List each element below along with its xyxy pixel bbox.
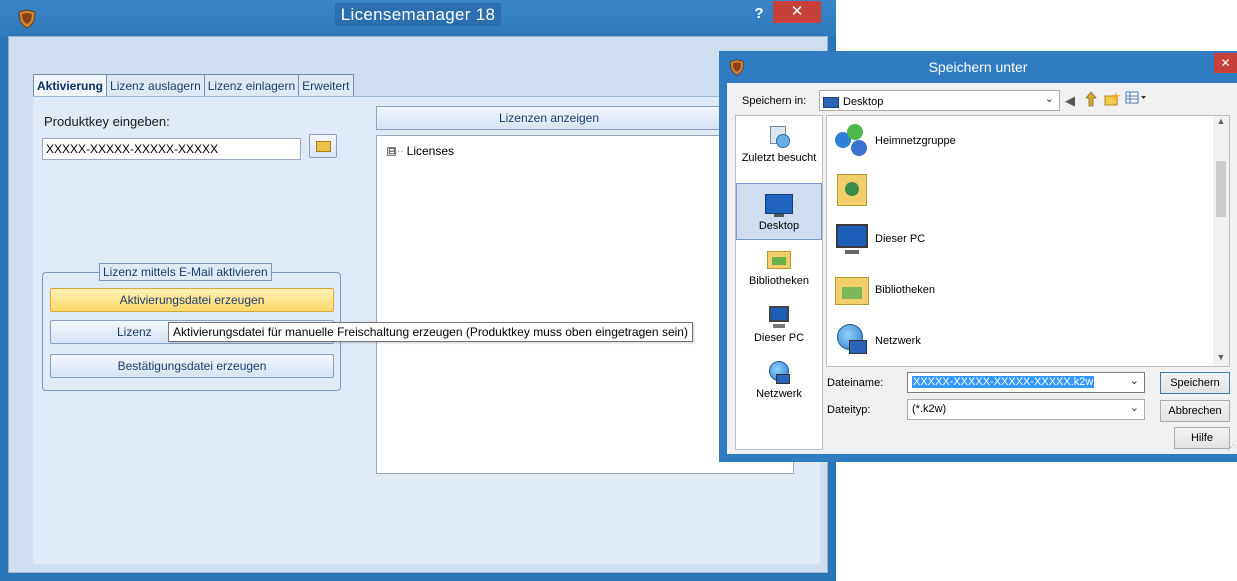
close-button[interactable]: ✕ xyxy=(773,1,821,23)
place-network[interactable]: Netzwerk xyxy=(736,360,822,400)
network-icon xyxy=(833,322,871,360)
place-recent[interactable]: Zuletzt besucht xyxy=(736,124,822,164)
scroll-down-icon[interactable]: ▼ xyxy=(1213,352,1229,362)
file-item-homegroup[interactable]: Heimnetzgruppe xyxy=(833,122,956,160)
save-as-dialog: Speichern unter ✕ Speichern in: Desktop … xyxy=(719,51,1237,462)
place-libraries[interactable]: Bibliotheken xyxy=(736,247,822,287)
place-label: Bibliotheken xyxy=(749,275,809,287)
folder-open-icon xyxy=(316,141,331,152)
tab-aktivierung[interactable]: Aktivierung xyxy=(33,74,108,96)
dialog-title-bar[interactable]: Speichern unter ✕ xyxy=(719,51,1237,83)
tab-lizenz-auslagern[interactable]: Lizenz auslagern xyxy=(106,74,205,96)
tab-bar: Aktivierung Lizenz auslagern Lizenz einl… xyxy=(33,74,354,96)
scroll-up-icon[interactable]: ▲ xyxy=(1213,116,1229,126)
cancel-button[interactable]: Abbrechen xyxy=(1160,400,1230,422)
title-bar[interactable]: Licensemanager 18 ? ✕ xyxy=(0,0,836,36)
filename-input[interactable]: XXXXX-XXXXX-XXXXX-XXXXX.k2w ⌄ xyxy=(907,372,1145,393)
help-button[interactable]: ? xyxy=(748,3,770,25)
help-button[interactable]: Hilfe xyxy=(1174,427,1230,449)
chevron-down-icon[interactable]: ⌄ xyxy=(1130,374,1139,387)
save-button[interactable]: Speichern xyxy=(1160,372,1230,394)
save-in-value: Desktop xyxy=(843,96,884,108)
tab-erweitert[interactable]: Erweitert xyxy=(298,74,354,96)
view-menu-icon[interactable] xyxy=(1125,91,1147,105)
filename-label: Dateiname: xyxy=(827,377,884,389)
collapse-icon[interactable]: ⊟ xyxy=(387,146,396,156)
place-label: Zuletzt besucht xyxy=(741,152,817,164)
licensemanager-window: Licensemanager 18 ? ✕ Aktivierung Lizenz… xyxy=(0,0,836,581)
save-in-dropdown[interactable]: Desktop ⌄ xyxy=(819,90,1060,111)
chevron-down-icon: ⌄ xyxy=(1044,93,1054,105)
create-activation-file-button[interactable]: Aktivierungsdatei erzeugen xyxy=(50,288,334,312)
filetype-dropdown[interactable]: (*.k2w) ⌄ xyxy=(907,399,1145,420)
user-folder-icon xyxy=(833,170,871,208)
window-title: Licensemanager 18 xyxy=(334,3,502,26)
places-bar: Zuletzt besucht Desktop Bibliotheken Die… xyxy=(735,115,823,450)
new-folder-icon[interactable] xyxy=(1104,91,1120,107)
network-icon xyxy=(764,360,794,386)
dialog-title: Speichern unter xyxy=(928,59,1028,75)
filename-value: XXXXX-XXXXX-XXXXX-XXXXX.k2w xyxy=(912,376,1095,388)
file-label: Heimnetzgruppe xyxy=(875,135,956,147)
tree-node-licenses[interactable]: ⊟ ·· Licenses xyxy=(387,144,454,158)
tab-lizenz-einlagern[interactable]: Lizenz einlagern xyxy=(203,74,300,96)
file-item-libraries[interactable]: Bibliotheken xyxy=(833,271,935,309)
file-item-user-folder[interactable] xyxy=(833,170,875,208)
back-icon[interactable]: ◀ xyxy=(1065,93,1075,109)
tooltip: Aktivierungsdatei für manuelle Freischal… xyxy=(168,322,693,342)
computer-icon xyxy=(764,304,794,330)
file-list[interactable]: Heimnetzgruppe Dieser PC Bibliotheken Ne… xyxy=(826,115,1230,367)
libraries-icon xyxy=(764,247,794,273)
dialog-close-button[interactable]: ✕ xyxy=(1214,53,1237,73)
resize-grip-icon[interactable]: ⋰ xyxy=(1227,443,1235,452)
homegroup-icon xyxy=(833,122,871,160)
place-label: Netzwerk xyxy=(756,388,802,400)
email-activation-group-label: Lizenz mittels E-Mail aktivieren xyxy=(99,263,272,281)
libraries-icon xyxy=(833,271,871,309)
save-in-label: Speichern in: xyxy=(742,95,807,107)
product-key-label: Produktkey eingeben: xyxy=(44,114,170,129)
scrollbar-thumb[interactable] xyxy=(1216,161,1226,217)
product-key-input[interactable]: XXXXX-XXXXX-XXXXX-XXXXX xyxy=(42,138,301,160)
desktop-icon xyxy=(823,96,839,108)
filetype-value: (*.k2w) xyxy=(912,403,947,415)
file-list-scrollbar[interactable]: ▲ ▼ xyxy=(1213,116,1229,366)
file-item-this-pc[interactable]: Dieser PC xyxy=(833,220,925,258)
file-label: Bibliotheken xyxy=(875,284,935,296)
dialog-body: Speichern in: Desktop ⌄ ◀ Zuletzt besuch… xyxy=(727,83,1237,454)
desktop-icon xyxy=(764,192,794,218)
recent-places-icon xyxy=(764,124,794,150)
computer-icon xyxy=(833,220,871,258)
place-label: Desktop xyxy=(758,220,800,232)
chevron-down-icon: ⌄ xyxy=(1129,402,1139,414)
create-confirmation-file-button[interactable]: Bestätigungsdatei erzeugen xyxy=(50,354,334,378)
file-item-network[interactable]: Netzwerk xyxy=(833,322,921,360)
tree-node-label: Licenses xyxy=(406,144,455,158)
file-label: Netzwerk xyxy=(875,335,921,347)
place-desktop[interactable]: Desktop xyxy=(736,183,822,240)
place-this-pc[interactable]: Dieser PC xyxy=(736,304,822,344)
show-licenses-button[interactable]: Lizenzen anzeigen xyxy=(376,106,722,130)
open-folder-button[interactable] xyxy=(309,134,337,158)
file-label: Dieser PC xyxy=(875,233,926,245)
place-label: Dieser PC xyxy=(753,332,805,344)
filetype-label: Dateityp: xyxy=(827,404,871,416)
up-folder-icon[interactable] xyxy=(1084,91,1098,107)
